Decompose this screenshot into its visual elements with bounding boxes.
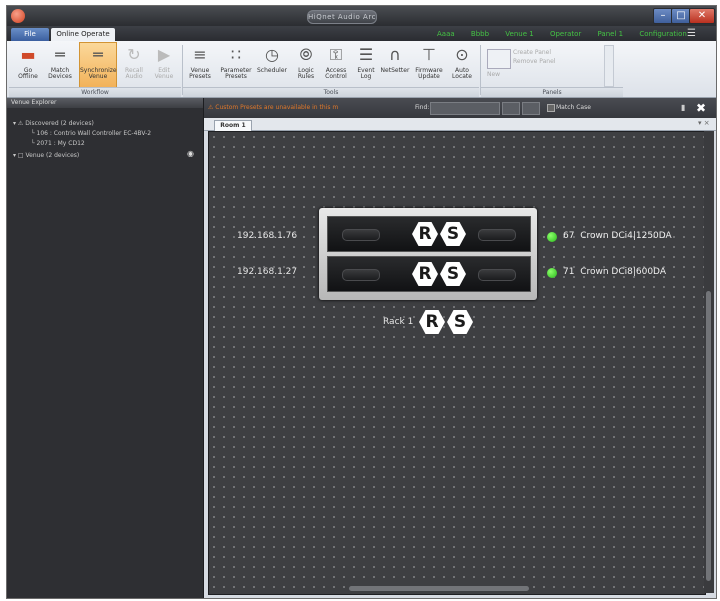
amplifier-unit[interactable]: R S — [327, 216, 531, 252]
online-status-indicator — [547, 268, 557, 278]
title-bar: HiQnet Audio Architect – □ ✕ — [7, 6, 716, 26]
app-logo-icon[interactable] — [11, 9, 25, 23]
amplifier-unit[interactable]: R S — [327, 256, 531, 292]
device-label: 67 Crown DCi4|1250DA — [563, 231, 672, 241]
document-tab-strip: Room 1 ▾ × — [204, 118, 716, 131]
warning-message: ⚠ Custom Presets are unavailable in this… — [208, 104, 339, 111]
event-log-button[interactable]: ☰ Event Log — [351, 43, 381, 87]
device-ip-label: 192.168.1.76 — [237, 231, 298, 241]
go-offline-button[interactable]: ▬ Go Offline — [13, 43, 43, 87]
ribbon-group-tools: Tools — [183, 87, 479, 97]
tab-file[interactable]: File — [11, 28, 49, 41]
quick-menu-item[interactable]: Bbbb — [471, 30, 489, 38]
minimize-button[interactable]: – — [653, 8, 673, 24]
close-button[interactable]: ✕ — [689, 8, 715, 24]
parameter-presets-button[interactable]: ∷ Parameter Presets — [219, 43, 253, 87]
room-canvas[interactable]: 192.168.1.76 192.168.1.27 R S R S 67 Cro… — [208, 131, 706, 595]
expand-icon[interactable]: ✖ — [694, 101, 708, 115]
edit-venue-icon: ▶ — [157, 45, 171, 64]
tree-item-discovered[interactable]: ▾ ⚠ Discovered (2 devices) — [13, 119, 94, 128]
netsetter-icon: ∩ — [389, 45, 401, 64]
parameter-presets-icon: ∷ — [230, 45, 242, 64]
quick-menu-item[interactable]: Venue 1 — [505, 30, 533, 38]
maximize-button[interactable]: □ — [671, 8, 691, 24]
find-next-button[interactable] — [522, 102, 540, 115]
panels-scrollbar[interactable] — [604, 45, 614, 87]
rack-label: Rack 1 — [383, 317, 414, 327]
hamburger-menu-icon[interactable]: ☰ — [687, 28, 701, 39]
eye-icon[interactable]: ◉ — [187, 150, 197, 158]
tab-online-operate[interactable]: Online Operate — [51, 28, 115, 41]
pin-icon[interactable]: ▮ — [681, 103, 685, 112]
synchronize-icon: ═ — [93, 45, 103, 64]
venue-presets-icon: ≡ — [193, 45, 207, 64]
recall-audio-icon: ↻ — [127, 45, 141, 64]
match-devices-button[interactable]: ═ Match Devices — [45, 43, 75, 87]
remove-panel-item[interactable]: Remove Panel — [513, 58, 555, 65]
rs-logo[interactable]: R S — [417, 308, 475, 336]
unit-vent — [342, 229, 380, 241]
find-input[interactable] — [430, 102, 500, 115]
event-log-icon: ☰ — [358, 45, 374, 64]
find-label: Find: — [415, 104, 430, 111]
unit-vent — [342, 269, 380, 281]
match-devices-icon: ═ — [55, 45, 65, 64]
edit-venue-button[interactable]: ▶ Edit Venue — [149, 43, 179, 87]
recall-audio-button[interactable]: ↻ Recall Audio — [119, 43, 149, 87]
auto-locate-button[interactable]: ⊙ Auto Locate — [447, 43, 477, 87]
ribbon: ▬ Go Offline ═ Match Devices ═ Synchroni… — [7, 41, 716, 98]
go-offline-icon: ▬ — [20, 45, 36, 64]
unit-vent — [478, 269, 516, 281]
new-panel-label[interactable]: New — [487, 71, 500, 78]
logic-rules-icon: ⦾ — [299, 45, 313, 64]
quick-menu-item[interactable]: Configuration — [639, 30, 686, 38]
venue-presets-button[interactable]: ≡ Venue Presets — [185, 43, 215, 87]
match-case-checkbox[interactable] — [547, 104, 555, 112]
rs-logo: R S — [410, 260, 468, 288]
logic-rules-button[interactable]: ⦾ Logic Rules — [291, 43, 321, 87]
ribbon-group-workflow: Workflow — [9, 87, 181, 97]
device-label: 71 Crown DCi8|600DA — [563, 267, 666, 277]
application-window: HiQnet Audio Architect – □ ✕ File Online… — [6, 5, 717, 599]
access-control-icon: ⚿ — [329, 45, 343, 64]
panel-thumbnail[interactable] — [487, 49, 511, 69]
quick-menu-item[interactable]: Operator — [550, 30, 581, 38]
synchronize-venue-button[interactable]: ═ Synchronize Venue — [79, 42, 117, 88]
ribbon-group-panels: Panels — [481, 87, 623, 97]
firmware-update-icon: ⊤ — [422, 45, 436, 64]
ribbon-tab-bar: File Online Operate Aaaa Bbbb Venue 1 Op… — [7, 26, 716, 41]
tab-room-1[interactable]: Room 1 — [214, 120, 252, 131]
scheduler-icon: ◷ — [265, 45, 279, 64]
tab-close-icon[interactable]: ▾ × — [698, 119, 710, 127]
vertical-scrollbar-thumb[interactable] — [706, 291, 711, 581]
rs-logo: R S — [410, 220, 468, 248]
venue-explorer-pane: Venue Explorer ▾ ⚠ Discovered (2 devices… — [7, 98, 204, 598]
quick-menu-item[interactable]: Aaaa — [437, 30, 455, 38]
device-ip-label: 192.168.1.27 — [237, 267, 298, 277]
venue-explorer-title: Venue Explorer — [7, 98, 203, 108]
quick-menu-item[interactable]: Panel 1 — [598, 30, 624, 38]
quick-menu: Aaaa Bbbb Venue 1 Operator Panel 1 Confi… — [437, 30, 701, 38]
tree-item-device[interactable]: └ 106 : Contrio Wall Controller EC-4BV-2 — [31, 129, 151, 138]
find-previous-button[interactable] — [502, 102, 520, 115]
access-control-button[interactable]: ⚿ Access Control — [321, 43, 351, 87]
horizontal-scrollbar[interactable] — [349, 586, 529, 591]
create-panel-item[interactable]: Create Panel — [513, 49, 551, 56]
rack-1[interactable]: R S R S — [319, 208, 537, 300]
firmware-update-button[interactable]: ⊤ Firmware Update — [413, 43, 445, 87]
window-title: HiQnet Audio Architect — [307, 10, 377, 24]
match-case-label: Match Case — [556, 104, 591, 111]
vertical-scrollbar-track[interactable] — [704, 131, 714, 593]
unit-vent — [478, 229, 516, 241]
tree-item-venue[interactable]: ▾ □ Venue (2 devices) — [13, 151, 79, 160]
tree-item-device[interactable]: └ 2071 : My CD12 — [31, 139, 85, 148]
online-status-indicator — [547, 232, 557, 242]
scheduler-button[interactable]: ◷ Scheduler — [256, 43, 288, 87]
design-toolbar: ⚠ Custom Presets are unavailable in this… — [204, 98, 716, 118]
auto-locate-icon: ⊙ — [455, 45, 469, 64]
panels-gallery[interactable]: New Create Panel Remove Panel — [483, 45, 593, 85]
netsetter-button[interactable]: ∩ NetSetter — [379, 43, 411, 87]
